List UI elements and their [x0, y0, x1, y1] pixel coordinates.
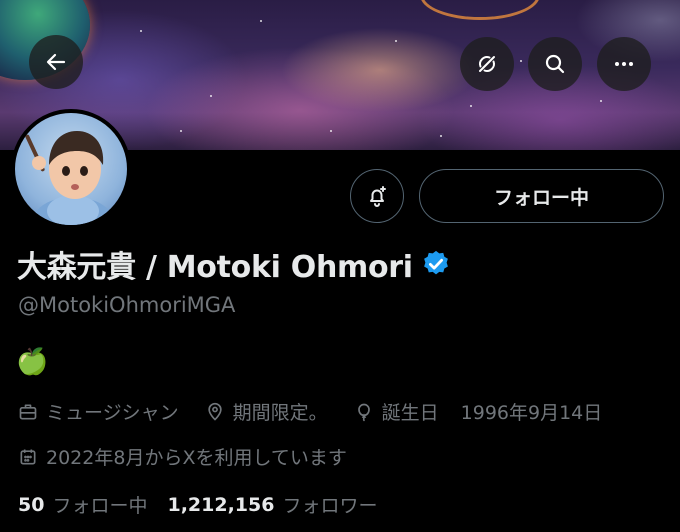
avatar[interactable]	[11, 109, 131, 229]
balloon-icon	[357, 403, 370, 421]
follow-stats: 50 フォロー中 1,212,156 フォロワー	[18, 491, 397, 518]
more-horizontal-icon	[615, 62, 633, 66]
avatar-illustration	[25, 131, 113, 225]
notify-button[interactable]	[350, 169, 404, 223]
briefcase-icon	[19, 404, 37, 419]
search-icon	[545, 54, 565, 74]
banner-ring	[420, 0, 540, 20]
following-button-label: フォロー中	[493, 186, 589, 209]
joined-row: 2022年8月からXを利用しています	[18, 443, 373, 470]
following-link[interactable]: 50 フォロー中	[18, 491, 167, 518]
following-count: 50	[18, 493, 45, 516]
bell-plus-icon	[370, 186, 386, 207]
category-label: ミュージシャン	[46, 402, 179, 424]
followers-count: 1,212,156	[167, 493, 275, 516]
joined-item: 2022年8月からXを利用しています	[18, 443, 347, 470]
grok-icon	[479, 56, 495, 72]
profile-name-row: 大森元貴 / Motoki Ohmori	[17, 242, 451, 286]
profile-meta-row: ミュージシャン 期間限定。 誕生日 1996年9月14日	[18, 398, 602, 425]
profile-bio: 🍏	[16, 347, 49, 377]
back-button[interactable]	[29, 35, 83, 89]
search-button[interactable]	[528, 37, 582, 91]
display-name: 大森元貴 / Motoki Ohmori	[17, 250, 413, 285]
followers-label: フォロワー	[282, 495, 378, 517]
followers-link[interactable]: 1,212,156 フォロワー	[167, 491, 397, 518]
location-item: 期間限定。	[205, 398, 328, 425]
grok-button[interactable]	[460, 37, 514, 91]
calendar-icon	[20, 449, 36, 464]
verified-badge-icon[interactable]	[421, 249, 451, 279]
location-label: 期間限定。	[232, 402, 328, 424]
following-button[interactable]: フォロー中	[419, 169, 664, 223]
birthday-item: 誕生日 1996年9月14日	[354, 398, 603, 425]
joined-label: 2022年8月からXを利用しています	[46, 447, 347, 469]
location-pin-icon	[207, 402, 222, 421]
birthday-value: 1996年9月14日	[460, 402, 603, 424]
following-label: フォロー中	[52, 495, 148, 517]
arrow-left-icon	[46, 53, 66, 71]
category-item: ミュージシャン	[18, 398, 179, 425]
birthday-label: 誕生日	[381, 402, 439, 424]
more-button[interactable]	[597, 37, 651, 91]
profile-handle: @MotokiOhmoriMGA	[18, 293, 236, 317]
